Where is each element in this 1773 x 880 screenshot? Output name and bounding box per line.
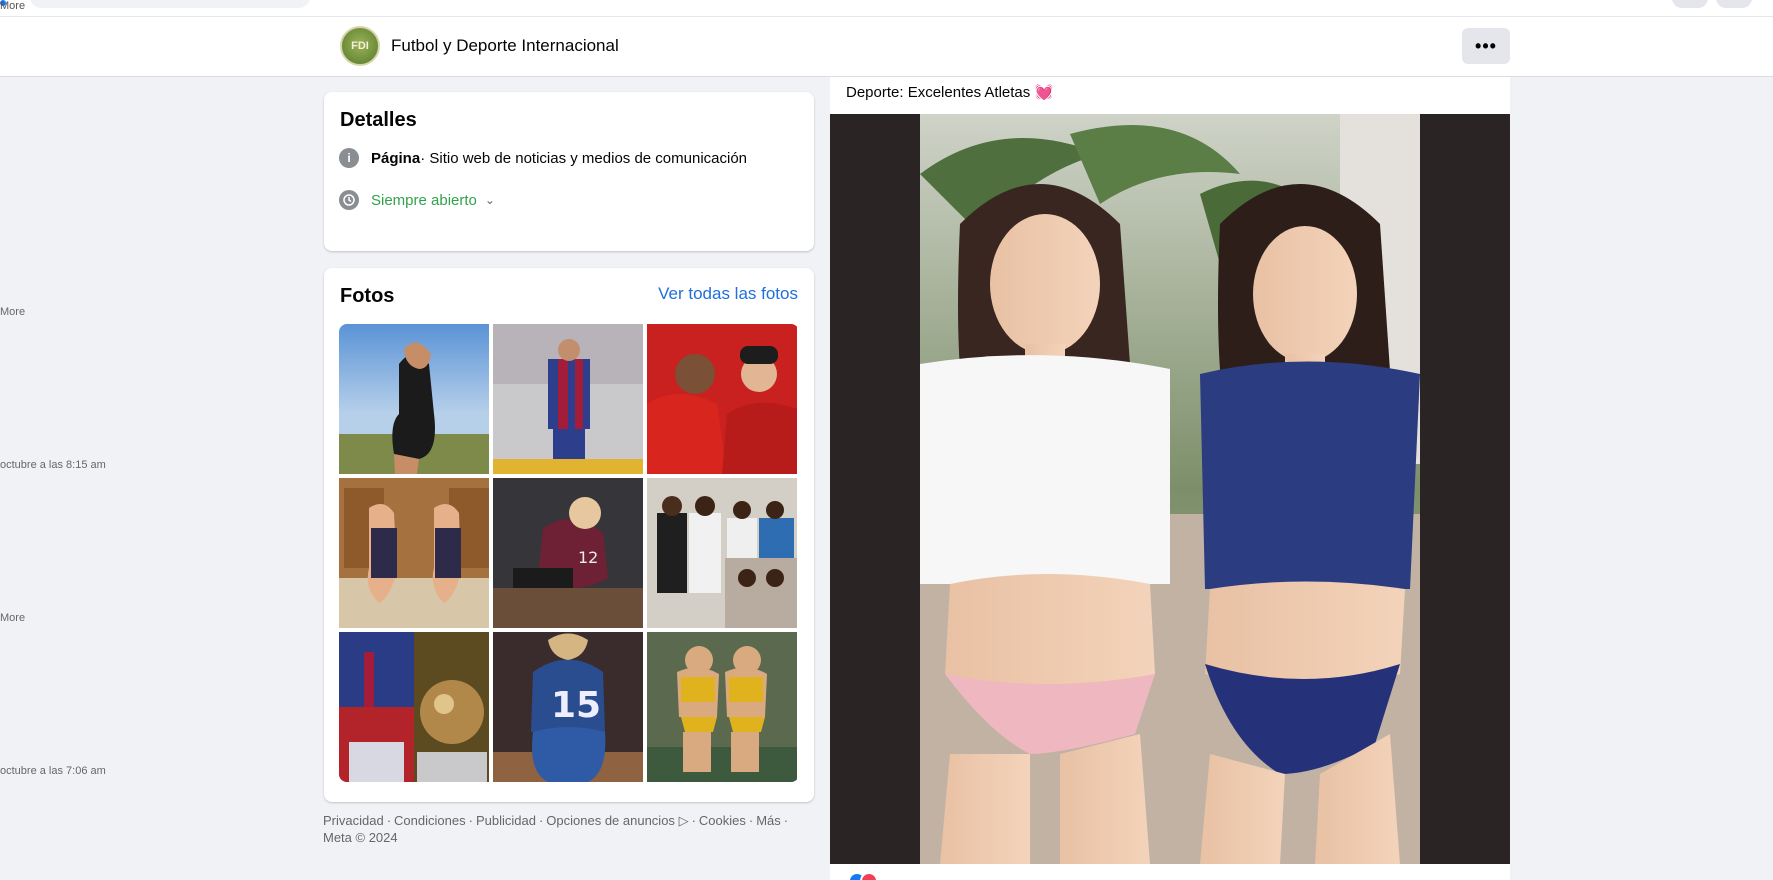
top-action-button[interactable] bbox=[1716, 0, 1752, 8]
search-bar[interactable] bbox=[30, 0, 310, 8]
top-action-button[interactable] bbox=[1672, 0, 1708, 8]
photos-title: Fotos bbox=[340, 285, 395, 307]
category-label: Página bbox=[371, 149, 421, 167]
photo-thumbnail[interactable]: 15 bbox=[493, 632, 643, 782]
post-card: Deporte: Excelentes Atletas 💓 bbox=[830, 77, 1510, 880]
footer-link-ad-choices[interactable]: Opciones de anuncios bbox=[546, 813, 675, 828]
details-title: Detalles bbox=[340, 109, 417, 131]
reaction-icons[interactable] bbox=[848, 872, 878, 880]
page-name[interactable]: Futbol y Deporte Internacional bbox=[391, 36, 619, 56]
post-caption: Deporte: Excelentes Atletas 💓 bbox=[846, 84, 1054, 101]
post-image[interactable] bbox=[830, 114, 1510, 864]
ad-choices-icon: ▷ bbox=[678, 813, 689, 828]
details-category-row: i Página · Sitio web de noticias y medio… bbox=[339, 148, 747, 168]
details-card: Detalles i Página · Sitio web de noticia… bbox=[324, 92, 814, 251]
photo-thumbnail[interactable]: 12 bbox=[493, 478, 643, 628]
chevron-down-icon[interactable]: ⌄ bbox=[485, 193, 495, 207]
footer-link-terms[interactable]: Condiciones bbox=[394, 813, 466, 828]
footer-links: Privacidad · Condiciones · Publicidad · Opcion… bbox=[323, 813, 789, 828]
info-icon: i bbox=[339, 148, 359, 168]
photo-thumbnail[interactable] bbox=[647, 324, 797, 474]
svg-text:12: 12 bbox=[578, 548, 598, 567]
page-menu-button[interactable]: ••• bbox=[1462, 28, 1510, 64]
clock-icon bbox=[339, 190, 359, 210]
photo-thumbnail[interactable] bbox=[647, 478, 797, 628]
footer-copyright: Meta © 2024 bbox=[323, 830, 398, 845]
footer-link-privacy[interactable]: Privacidad bbox=[323, 813, 384, 828]
photo-thumbnail[interactable] bbox=[647, 632, 797, 782]
photo-thumbnail[interactable] bbox=[339, 478, 489, 628]
photo-grid: 12 15 bbox=[339, 324, 799, 782]
footer-link-cookies[interactable]: Cookies bbox=[699, 813, 746, 828]
hours-text[interactable]: Siempre abierto bbox=[371, 192, 477, 209]
love-icon bbox=[860, 872, 878, 880]
post-photo[interactable] bbox=[920, 114, 1420, 864]
photo-thumbnail[interactable] bbox=[339, 632, 489, 782]
footer: Privacidad · Condiciones · Publicidad · Opcion… bbox=[323, 812, 803, 846]
svg-text:15: 15 bbox=[551, 685, 601, 726]
footer-link-more[interactable]: Más bbox=[756, 813, 781, 828]
page-avatar[interactable]: FDI bbox=[340, 26, 380, 66]
left-more-link[interactable]: More bbox=[0, 306, 25, 318]
left-timestamp[interactable]: octubre a las 8:15 am bbox=[0, 459, 106, 471]
browser-top-strip bbox=[0, 0, 1773, 17]
left-more-link[interactable]: More bbox=[0, 612, 25, 624]
photo-thumbnail[interactable] bbox=[339, 324, 489, 474]
details-hours-row[interactable]: Siempre abierto ⌄ bbox=[339, 190, 495, 210]
left-timestamp[interactable]: octubre a las 7:06 am bbox=[0, 765, 106, 777]
photos-card: Fotos Ver todas las fotos 12 15 bbox=[324, 268, 814, 802]
see-all-photos-link[interactable]: Ver todas las fotos bbox=[658, 284, 798, 304]
category-text: · Sitio web de noticias y medios de comu… bbox=[420, 149, 748, 167]
more-link[interactable]: More bbox=[0, 0, 25, 12]
page-header: FDI Futbol y Deporte Internacional ••• bbox=[0, 17, 1773, 77]
footer-link-advertising[interactable]: Publicidad bbox=[476, 813, 536, 828]
photo-thumbnail[interactable] bbox=[493, 324, 643, 474]
